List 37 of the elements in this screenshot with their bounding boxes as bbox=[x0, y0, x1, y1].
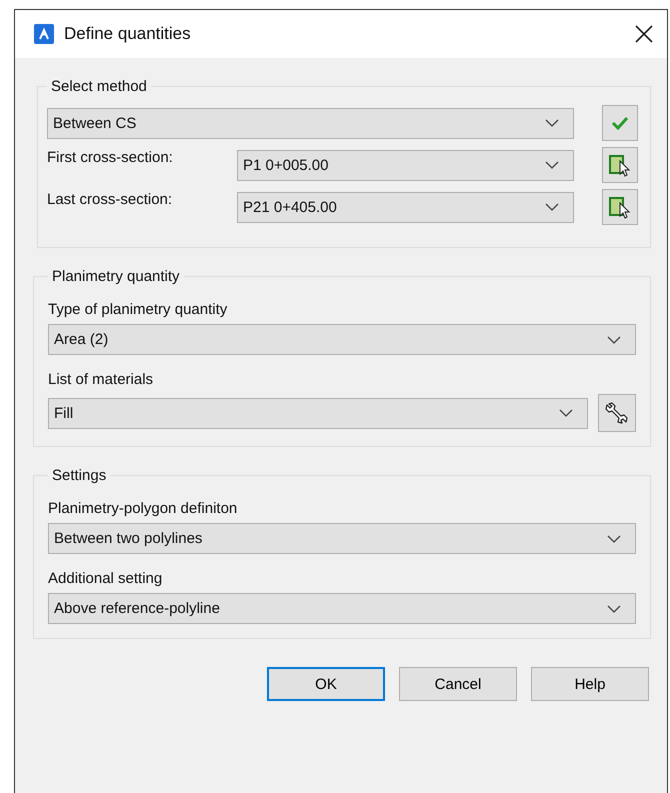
chevron-down-icon bbox=[545, 161, 559, 169]
settings-button[interactable] bbox=[598, 394, 636, 432]
dropdown[interactable]: Area (2) bbox=[48, 324, 636, 355]
wrench-icon bbox=[605, 401, 629, 425]
cross-section-dropdown[interactable]: P21 0+405.00 bbox=[237, 192, 574, 222]
chevron-down-icon bbox=[607, 336, 621, 344]
field-label: Planimetry-polygon definiton bbox=[48, 500, 238, 517]
cursor-pick-icon bbox=[608, 153, 632, 177]
app-icon bbox=[34, 24, 54, 44]
group-title: Settings bbox=[51, 467, 108, 484]
apply-button[interactable] bbox=[602, 105, 638, 141]
field-label: List of materials bbox=[48, 371, 154, 388]
chevron-down-icon bbox=[545, 203, 559, 211]
field-label: Additional setting bbox=[48, 570, 164, 587]
dialog-button[interactable]: OK bbox=[267, 667, 385, 701]
chevron-down-icon bbox=[607, 604, 621, 612]
pick-button[interactable] bbox=[602, 147, 638, 183]
cursor-pick-icon bbox=[608, 195, 632, 219]
chevron-down-icon bbox=[607, 534, 621, 542]
chevron-down-icon bbox=[545, 119, 559, 127]
dropdown[interactable]: Above reference-polyline bbox=[48, 593, 636, 624]
group-title: Select method bbox=[50, 78, 148, 95]
group-title: Planimetry quantity bbox=[51, 268, 181, 285]
dialog-button[interactable]: Cancel bbox=[399, 667, 517, 701]
pick-button[interactable] bbox=[602, 189, 638, 225]
checkmark-icon bbox=[611, 116, 629, 130]
cross-section-dropdown[interactable]: P1 0+005.00 bbox=[237, 150, 574, 180]
field-label: Type of planimetry quantity bbox=[48, 301, 228, 318]
chevron-down-icon bbox=[559, 409, 573, 417]
window-title: Define quantities bbox=[64, 24, 192, 44]
field-label: Last cross-section: bbox=[47, 190, 174, 208]
method-dropdown[interactable]: Between CS bbox=[47, 108, 574, 138]
dropdown[interactable]: Fill bbox=[48, 398, 588, 428]
dialog-button[interactable]: Help bbox=[531, 667, 649, 701]
field-label: First cross-section: bbox=[47, 148, 174, 166]
close-icon[interactable] bbox=[635, 25, 653, 43]
dropdown[interactable]: Between two polylines bbox=[48, 523, 636, 554]
